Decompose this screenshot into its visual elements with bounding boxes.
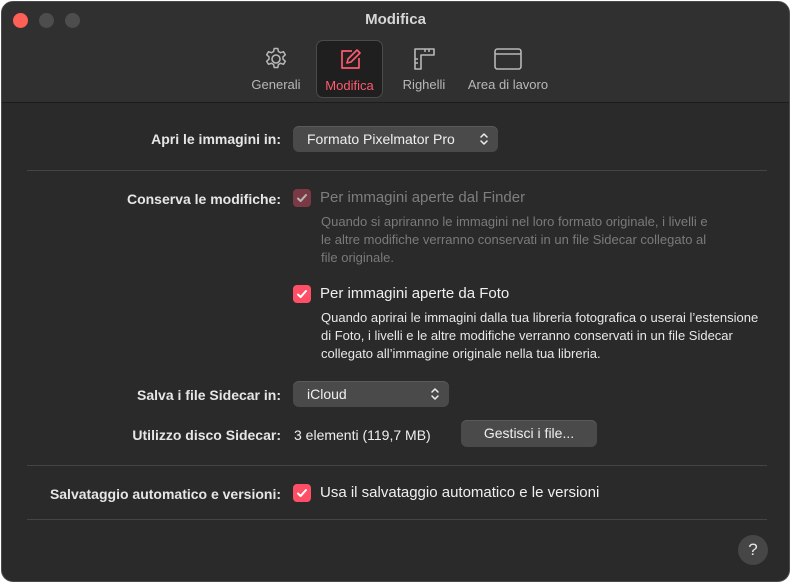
tab-label: Generali <box>251 77 301 92</box>
separator <box>27 519 767 520</box>
finder-checkbox[interactable] <box>293 189 311 207</box>
tab-righelli[interactable]: Righelli <box>394 40 454 98</box>
photos-checkbox[interactable] <box>293 285 311 303</box>
separator <box>27 170 767 171</box>
updown-chevron-icon <box>431 388 439 400</box>
preferences-window: Modifica Generali Modifica Righelli Area… <box>1 1 790 582</box>
tab-area-di-lavoro[interactable]: Area di lavoro <box>463 40 553 98</box>
tab-label: Righelli <box>402 77 446 92</box>
photos-option-description: Quando aprirai le immagini dalla tua lib… <box>321 310 759 361</box>
finder-option-description: Quando si apriranno le immagini nel loro… <box>321 214 708 265</box>
separator <box>27 465 767 466</box>
manage-files-button[interactable]: Gestisci i file... <box>461 420 597 447</box>
autosave-option-label: Usa il salvataggio automatico e le versi… <box>320 484 600 501</box>
autosave-checkbox[interactable] <box>293 484 311 502</box>
sidecar-usage-label: Utilizzo disco Sidecar: <box>132 427 281 443</box>
sidecar-location-popup[interactable]: iCloud <box>293 381 449 407</box>
open-images-value: Formato Pixelmator Pro <box>307 131 455 147</box>
tab-label: Area di lavoro <box>467 77 549 92</box>
photos-option-label: Per immagini aperte da Foto <box>320 285 510 302</box>
ruler-icon <box>409 44 439 74</box>
tab-label: Modifica <box>325 78 374 93</box>
window-icon <box>493 44 523 74</box>
toolbar: Modifica Generali Modifica Righelli Area… <box>2 2 789 103</box>
updown-chevron-icon <box>480 133 488 145</box>
tab-generali[interactable]: Generali <box>246 40 306 98</box>
finder-option-label: Per immagini aperte dal Finder <box>320 189 526 206</box>
checkmark-icon <box>297 290 307 299</box>
open-images-popup[interactable]: Formato Pixelmator Pro <box>293 126 498 152</box>
tab-modifica[interactable]: Modifica <box>316 40 383 98</box>
open-images-label: Apri le immagini in: <box>151 131 281 147</box>
checkmark-icon <box>297 489 307 498</box>
help-button[interactable]: ? <box>738 535 768 565</box>
checkmark-icon <box>297 194 307 203</box>
keep-edits-label: Conserva le modifiche: <box>126 191 281 207</box>
sidecar-usage-value: 3 elementi (119,7 MB) <box>294 427 431 443</box>
autosave-label: Salvataggio automatico e versioni: <box>49 486 281 502</box>
sidecar-location-value: iCloud <box>307 386 347 402</box>
gear-icon <box>261 44 291 74</box>
sidecar-location-label: Salva i file Sidecar in: <box>137 387 281 403</box>
edit-icon <box>335 45 365 75</box>
window-title: Modifica <box>365 11 426 28</box>
